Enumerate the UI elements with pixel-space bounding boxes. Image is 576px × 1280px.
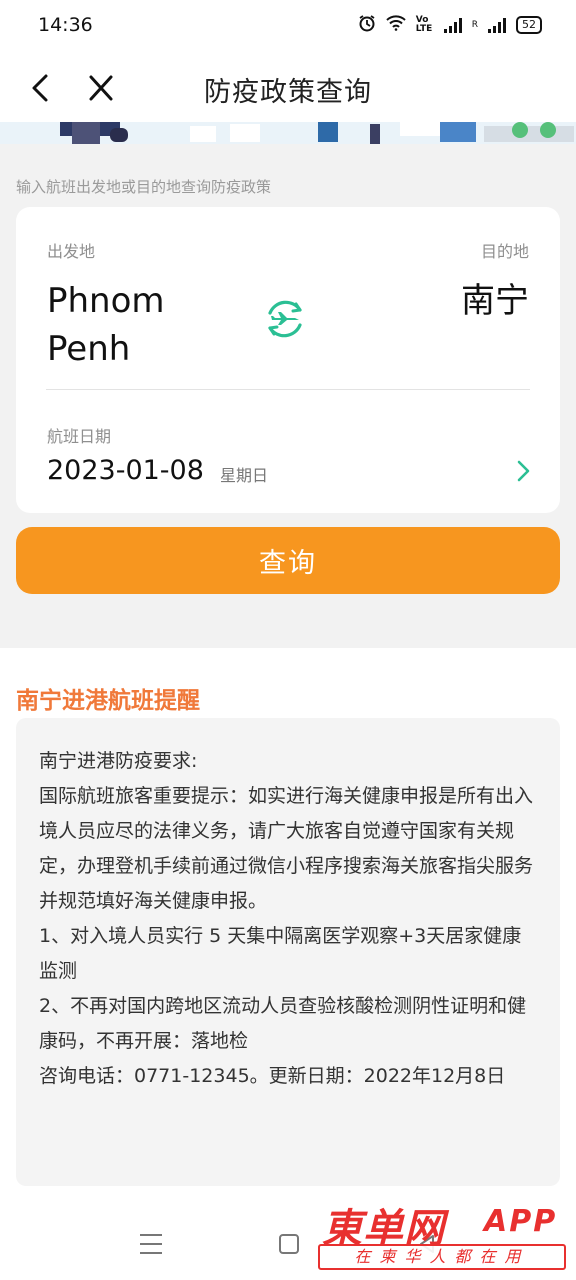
status-time: 14:36 [38,14,93,36]
card-divider [46,389,530,390]
search-hint: 输入航班出发地或目的地查询防疫政策 [16,178,272,196]
chevron-right-icon[interactable] [514,459,532,483]
weekday-label: 星期日 [220,466,269,485]
route-card: 出发地 目的地 Phnom Penh 南宁 航班日期 2023-01-08 星期… [16,207,560,513]
roaming-label: R [471,20,478,30]
page-title: 防疫政策查询 [204,77,372,108]
reminder-line: 咨询电话：0771-12345。更新日期：2022年12月8日 [39,1065,506,1087]
watermark-slogan: 在柬华人都在用 [318,1244,566,1270]
menu-icon[interactable] [140,1234,162,1254]
reminder-line: 1、对入境人员实行 5 天集中隔离医学观察+3天居家健康监测 [39,925,522,982]
banner-illustration [0,122,576,144]
reminder-line: 南宁进港防疫要求: [39,750,198,772]
battery-icon: 52 [516,16,542,34]
reminder-section: 南宁进港航班提醒 南宁进港防疫要求: 国际航班旅客重要提示：如实进行海关健康申报… [0,648,576,1208]
watermark-app-text: APP [484,1204,558,1239]
signal-icon-2 [488,17,506,33]
status-icons: Vo LTE R 52 [358,14,542,36]
from-label: 出发地 [47,242,96,261]
from-city[interactable]: Phnom Penh [47,277,237,373]
to-label: 目的地 [480,242,529,261]
date-label: 航班日期 [47,427,112,446]
date-value[interactable]: 2023-01-08 [47,455,204,486]
reminder-line: 国际航班旅客重要提示：如实进行海关健康申报是所有出入境人员应尽的法律义务，请广大… [39,785,534,912]
volte-label: Vo LTE [415,15,433,34]
reminder-title: 南宁进港航班提醒 [16,688,200,714]
reminder-body: 南宁进港防疫要求: 国际航班旅客重要提示：如实进行海关健康申报是所有出入境人员应… [16,718,560,1186]
query-button[interactable]: 查询 [16,527,560,594]
plane-swap-icon[interactable] [262,296,308,342]
nav-bar: 防疫政策查询 [0,54,576,122]
watermark-logo: 東单网 APP 在柬华人都在用 [318,1196,568,1276]
status-bar: 14:36 Vo LTE R 52 [0,0,576,54]
alarm-icon [358,14,376,36]
signal-icon [443,17,462,33]
home-icon[interactable] [279,1234,299,1254]
reminder-line: 2、不再对国内跨地区流动人员查验核酸检测阴性证明和健康码，不再开展：落地检 [39,995,527,1052]
wifi-icon [386,15,406,35]
to-city[interactable]: 南宁 [461,277,529,325]
